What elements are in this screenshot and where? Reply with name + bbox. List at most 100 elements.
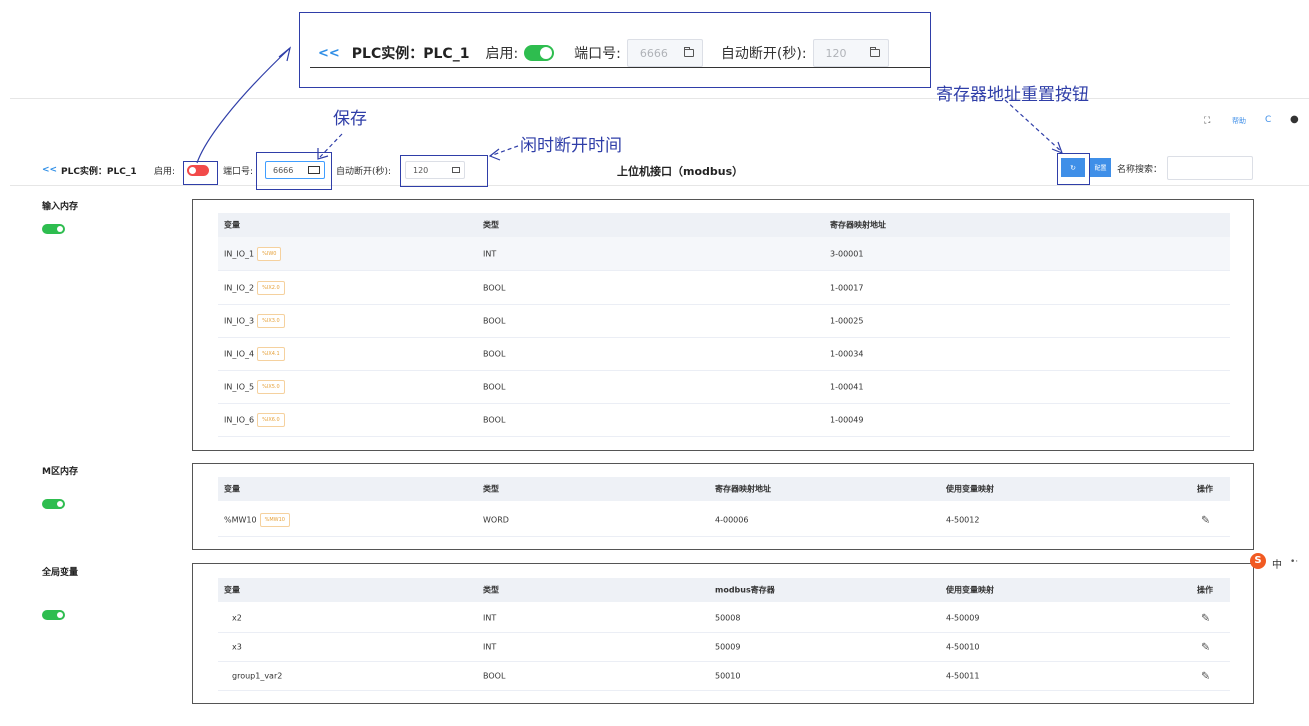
table-row[interactable]: x2 INT 50008 4-50009 ✎ — [218, 604, 1230, 633]
auto-disconnect-input[interactable]: 120 — [405, 161, 465, 179]
variable-name: IN_IO_3 — [224, 316, 255, 325]
type-cell: BOOL — [483, 671, 506, 681]
search-input[interactable] — [1167, 156, 1253, 180]
input-memory-panel: 变量 类型 寄存器映射地址 IN_IO_1 %IW0 INT 3-00001 IN… — [192, 199, 1254, 451]
register-address-cell: 1-00017 — [830, 283, 864, 292]
save-folder-icon[interactable] — [308, 166, 320, 174]
m-memory-panel: 变量 类型 寄存器映射地址 使用变量映射 操作 %MW10 %MW10 WORD … — [192, 463, 1254, 550]
type-cell: INT — [483, 642, 497, 652]
enable-label: 启用: — [154, 167, 176, 177]
edit-icon[interactable]: ✎ — [1201, 513, 1210, 526]
input-memory-toggle[interactable] — [42, 224, 65, 234]
type-cell: WORD — [483, 515, 509, 524]
type-cell: BOOL — [483, 349, 506, 358]
column-header: 类型 — [483, 585, 499, 595]
variable-mapping-cell: 4-50010 — [946, 642, 980, 652]
type-cell: BOOL — [483, 316, 506, 325]
table-row[interactable]: x3 INT 50009 4-50010 ✎ — [218, 633, 1230, 662]
table-header: 变量 类型 寄存器映射地址 使用变量映射 操作 — [218, 477, 1230, 501]
edit-icon[interactable]: ✎ — [1201, 612, 1210, 625]
variable-mapping-cell: 4-50011 — [946, 671, 980, 681]
input-memory-label: 输入内存 — [42, 202, 79, 212]
column-header: 变量 — [224, 484, 240, 494]
register-address-cell: 4-00006 — [715, 515, 749, 524]
m-memory-label: M区内存 — [42, 467, 78, 477]
column-header: 寄存器映射地址 — [830, 220, 886, 230]
table-header: 变量 类型 寄存器映射地址 — [218, 213, 1230, 237]
table-row[interactable]: IN_IO_3 %IX3.0 BOOL 1-00025 — [218, 304, 1230, 338]
column-header: 类型 — [483, 220, 499, 230]
config-button[interactable]: 配置 — [1090, 158, 1111, 177]
variable-name: x2 — [232, 613, 242, 623]
m-memory-toggle[interactable] — [42, 499, 65, 509]
variable-name: IN_IO_5 — [224, 382, 255, 391]
variable-name: x3 — [232, 642, 242, 652]
arrow-reset — [1004, 99, 1063, 153]
variable-name: IN_IO_6 — [224, 415, 255, 424]
column-header: 使用变量映射 — [946, 585, 994, 595]
type-cell: BOOL — [483, 283, 506, 292]
global-vars-label: 全局变量 — [42, 568, 79, 578]
edit-icon[interactable]: ✎ — [1201, 670, 1210, 683]
column-header: 操作 — [1197, 585, 1213, 595]
address-tag: %IX3.0 — [257, 313, 285, 328]
auto-disconnect-value: 120 — [413, 165, 429, 175]
save-folder-icon[interactable] — [452, 167, 460, 173]
page-title: PLC实例：PLC_1 — [61, 167, 137, 177]
port-value: 6666 — [273, 165, 294, 175]
table-row[interactable]: IN_IO_6 %IX6.0 BOOL 1-00049 — [218, 403, 1230, 437]
table-row[interactable]: IN_IO_4 %IX4.1 BOOL 1-00034 — [218, 337, 1230, 371]
column-header: 变量 — [224, 585, 240, 595]
arrow-idle — [489, 145, 519, 157]
auto-disconnect-label: 自动断开(秒): — [336, 167, 392, 177]
modbus-register-cell: 50009 — [715, 642, 741, 652]
arrowhead — [278, 46, 291, 62]
register-address-cell: 1-00041 — [830, 382, 864, 391]
address-tag: %IX5.0 — [257, 379, 285, 394]
variable-name: group1_var2 — [232, 671, 283, 681]
table-header: 变量 类型 modbus寄存器 使用变量映射 操作 — [218, 578, 1230, 602]
ime-mode-label[interactable]: 中 — [1272, 556, 1282, 571]
global-vars-toggle[interactable] — [42, 610, 65, 620]
modbus-register-cell: 50008 — [715, 613, 741, 623]
address-tag: %IX2.0 — [257, 280, 285, 295]
column-header: 类型 — [483, 484, 499, 494]
type-cell: INT — [483, 613, 497, 623]
column-header: 变量 — [224, 220, 240, 230]
port-label: 端口号: — [223, 167, 254, 177]
user-icon[interactable]: ● — [1290, 114, 1299, 125]
register-address-cell: 1-00034 — [830, 349, 864, 358]
table-row[interactable]: IN_IO_5 %IX5.0 BOOL 1-00041 — [218, 370, 1230, 404]
column-header: 寄存器映射地址 — [715, 484, 771, 494]
address-tag: %IW0 — [257, 246, 282, 261]
variable-name: %MW10 — [224, 515, 257, 524]
annotation-idle-disconnect: 闲时断开时间 — [520, 136, 622, 156]
register-reset-button[interactable]: ↻ — [1061, 158, 1085, 177]
type-cell: INT — [483, 249, 497, 258]
type-cell: BOOL — [483, 415, 506, 424]
table-row[interactable]: %MW10 %MW10 WORD 4-00006 4-50012 ✎ — [218, 503, 1230, 537]
variable-name: IN_IO_2 — [224, 283, 255, 292]
variable-name: IN_IO_4 — [224, 349, 255, 358]
table-row[interactable]: group1_var2 BOOL 50010 4-50011 ✎ — [218, 662, 1230, 691]
fullscreen-icon[interactable]: ⛶ — [1204, 116, 1210, 126]
column-header: modbus寄存器 — [715, 585, 775, 595]
global-vars-panel: 变量 类型 modbus寄存器 使用变量映射 操作 x2 INT 50008 4… — [192, 563, 1254, 704]
help-link[interactable]: 帮助 — [1232, 116, 1246, 126]
edit-icon[interactable]: ✎ — [1201, 641, 1210, 654]
register-address-cell: 1-00025 — [830, 316, 864, 325]
port-input[interactable]: 6666 — [265, 161, 325, 179]
enable-toggle[interactable] — [187, 165, 209, 176]
search-label: 名称搜索： — [1117, 165, 1163, 175]
table-row[interactable]: IN_IO_1 %IW0 INT 3-00001 — [218, 237, 1230, 271]
back-link[interactable]: << — [42, 165, 57, 175]
ime-more-icon[interactable]: •· — [1290, 557, 1298, 567]
address-tag: %IX4.1 — [257, 346, 285, 361]
ime-logo-icon[interactable]: S — [1250, 553, 1266, 569]
column-header: 使用变量映射 — [946, 484, 994, 494]
variable-name: IN_IO_1 — [224, 249, 255, 258]
table-row[interactable]: IN_IO_2 %IX2.0 BOOL 1-00017 — [218, 271, 1230, 305]
annotation-register-reset: 寄存器地址重置按钮 — [936, 85, 1089, 105]
refresh-icon[interactable]: C — [1265, 115, 1271, 125]
type-cell: BOOL — [483, 382, 506, 391]
